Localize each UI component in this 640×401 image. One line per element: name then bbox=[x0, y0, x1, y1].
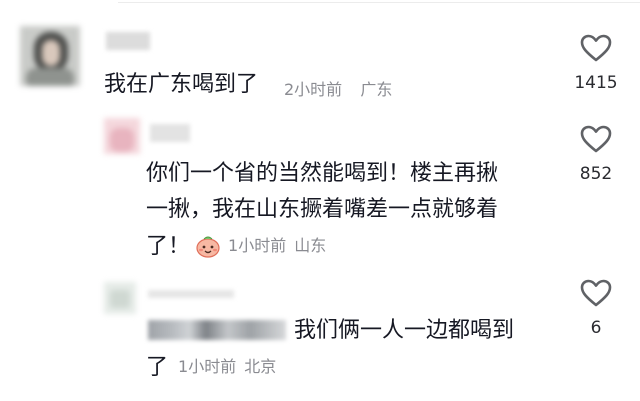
comment-line: 一揪，我在山东撅着嘴差一点就够着 bbox=[146, 197, 499, 222]
comment-time: 1小时前 bbox=[178, 357, 237, 376]
like-button[interactable]: 1415 bbox=[566, 33, 626, 93]
comment-meta: 2小时前 广东 bbox=[284, 76, 392, 100]
comment-text: 我们俩一人一边都喝到 了 1小时前 北京 bbox=[146, 313, 556, 386]
heart-outline-icon bbox=[580, 34, 612, 62]
comment-line: 了！ 1小时前 山东 bbox=[146, 228, 556, 265]
peach-emoji-icon bbox=[194, 234, 222, 258]
comment-text: 你们一个省的当然能喝到！楼主再揪 一揪，我在山东撅着嘴差一点就够着 了！ 1小时… bbox=[146, 156, 556, 265]
like-count: 1415 bbox=[574, 73, 618, 93]
comment-location: 北京 bbox=[244, 357, 277, 376]
username-redacted[interactable] bbox=[148, 290, 234, 298]
heart-outline-icon bbox=[580, 279, 612, 307]
comment-line: 你们一个省的当然能喝到！楼主再揪 bbox=[146, 161, 499, 186]
avatar[interactable] bbox=[104, 118, 140, 154]
comment-line-text: 我们俩一人一边都喝到 bbox=[294, 318, 515, 343]
comment-location: 广东 bbox=[360, 80, 393, 99]
top-divider bbox=[118, 2, 640, 3]
comment-line-text: 了 bbox=[146, 355, 169, 380]
comment-time: 1小时前 bbox=[228, 236, 287, 255]
like-button[interactable]: 852 bbox=[566, 124, 626, 184]
comment-text: 我在广东喝到了 bbox=[104, 72, 259, 97]
like-count: 6 bbox=[590, 318, 602, 338]
comment-meta: 1小时前 山东 bbox=[228, 236, 326, 255]
comment-meta: 1小时前 北京 bbox=[178, 357, 276, 376]
comment-location: 山东 bbox=[294, 236, 327, 255]
comment-line: 我们俩一人一边都喝到 bbox=[146, 313, 556, 349]
avatar[interactable] bbox=[104, 282, 136, 314]
like-count: 852 bbox=[579, 164, 613, 184]
heart-outline-icon bbox=[580, 125, 612, 153]
like-button[interactable]: 6 bbox=[566, 278, 626, 338]
username-redacted[interactable] bbox=[150, 124, 190, 142]
username-redacted[interactable] bbox=[106, 32, 150, 50]
comment-line-text: 了！ bbox=[146, 234, 191, 259]
avatar[interactable] bbox=[20, 26, 80, 86]
comment-line: 了 1小时前 北京 bbox=[146, 349, 556, 386]
comment-time: 2小时前 bbox=[284, 80, 343, 99]
